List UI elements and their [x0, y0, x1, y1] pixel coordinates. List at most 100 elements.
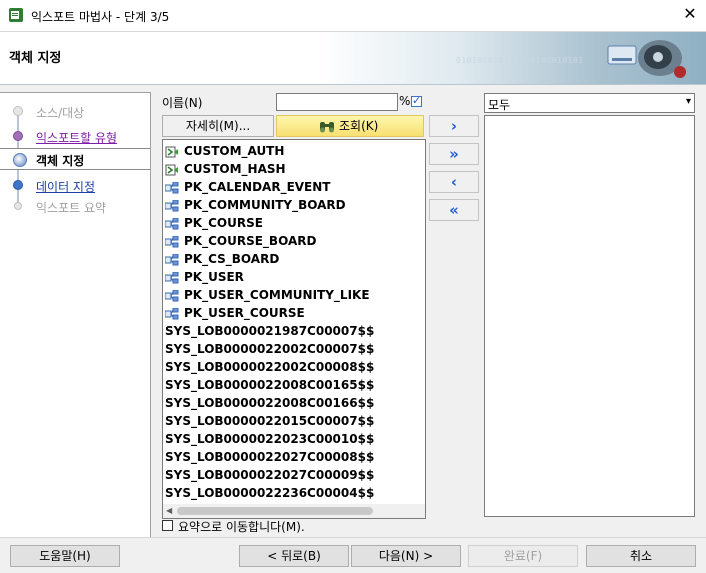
object-list-item[interactable]: PK_COURSE_BOARD — [163, 232, 411, 250]
nav-step-source-target: 소스/대상 — [10, 101, 150, 121]
index-icon — [164, 181, 179, 194]
object-list-item[interactable]: PK_CALENDAR_EVENT — [163, 178, 411, 196]
go-to-summary-label: 요약으로 이동합니다(M). — [178, 520, 305, 534]
object-name: SYS_LOB0000022015C00007$$ — [165, 414, 375, 428]
object-name: SYS_LOB0000022008C00165$$ — [165, 378, 375, 392]
object-name: PK_USER — [184, 270, 244, 284]
move-selected-left-button[interactable]: ‹ — [429, 171, 479, 193]
object-name: PK_COMMUNITY_BOARD — [184, 198, 346, 212]
double-chevron-right-icon: » — [449, 145, 459, 163]
back-button[interactable]: < 뒤로(B) — [239, 545, 349, 567]
name-filter-input[interactable] — [276, 93, 398, 111]
step-dot-icon — [13, 106, 23, 116]
procedure-icon — [165, 145, 179, 158]
close-icon[interactable]: ✕ — [680, 4, 700, 24]
object-name: CUSTOM_HASH — [184, 162, 286, 176]
available-objects-list[interactable]: CUSTOM_AUTH CUSTOM_HASH PK_CALENDAR_EVENT P… — [162, 139, 426, 519]
index-icon — [164, 199, 179, 212]
move-selected-right-button[interactable]: › — [429, 115, 479, 137]
object-list-item[interactable]: PK_USER_COURSE — [163, 304, 411, 322]
object-name: SYS_LOB0000021987C00007$$ — [165, 324, 375, 338]
object-name: PK_CS_BOARD — [184, 252, 280, 266]
wildcard-percent-label: % — [399, 94, 411, 108]
object-list-item[interactable]: CUSTOM_HASH — [163, 160, 411, 178]
procedure-icon — [165, 163, 179, 176]
chevron-down-icon: ▾ — [685, 96, 691, 107]
object-name: SYS_LOB0000022027C00008$$ — [165, 450, 375, 464]
horizontal-scroll-thumb[interactable] — [177, 507, 373, 515]
object-name: PK_COURSE_BOARD — [184, 234, 317, 248]
wildcard-checkbox[interactable] — [411, 94, 422, 107]
object-name: SYS_LOB0000022008C00166$$ — [165, 396, 375, 410]
banner-binary-decoration: 010101010101010101010101 — [456, 56, 584, 65]
object-list-item[interactable]: SYS_LOB0000022023C00010$$ — [163, 430, 411, 448]
footer-divider — [0, 537, 706, 538]
object-name: SYS_LOB0000022002C00007$$ — [165, 342, 375, 356]
object-list-item[interactable]: PK_USER — [163, 268, 411, 286]
scroll-left-arrow-icon[interactable]: ◀ — [166, 506, 172, 515]
nav-step-export-types[interactable]: 익스포트할 유형 — [10, 126, 150, 146]
object-name: PK_CALENDAR_EVENT — [184, 180, 331, 194]
object-name: SYS_LOB0000022027C00009$$ — [165, 468, 375, 482]
index-icon — [164, 289, 179, 302]
object-list-item[interactable]: PK_CS_BOARD — [163, 250, 411, 268]
index-icon — [164, 235, 179, 248]
chevron-right-icon: › — [450, 117, 458, 135]
more-details-button[interactable]: 자세히(M)... — [162, 115, 274, 137]
lookup-button-label: 조회(K) — [339, 119, 379, 133]
index-icon — [164, 253, 179, 266]
object-name: PK_COURSE — [184, 216, 263, 230]
step-dot-icon — [13, 131, 23, 141]
object-name: CUSTOM_AUTH — [184, 144, 285, 158]
name-label: 이름(N) — [162, 96, 203, 110]
help-button[interactable]: 도움말(H) — [10, 545, 120, 567]
app-icon — [9, 8, 23, 22]
object-list-item[interactable]: SYS_LOB0000022008C00165$$ — [163, 376, 411, 394]
object-list-item[interactable]: SYS_LOB0000022236C00004$$ — [163, 484, 411, 502]
object-list-item[interactable]: SYS_LOB0000022015C00007$$ — [163, 412, 411, 430]
nav-step-specify-objects: 객체 지정 — [0, 148, 150, 170]
object-name: SYS_LOB0000022023C00010$$ — [165, 432, 375, 446]
title-bar: 익스포트 마법사 - 단계 3/5 ✕ — [0, 0, 706, 32]
object-list-item[interactable]: SYS_LOB0000022002C00008$$ — [163, 358, 411, 376]
double-chevron-left-icon: « — [449, 201, 459, 219]
cancel-button[interactable]: 취소 — [586, 545, 696, 567]
window-title: 익스포트 마법사 - 단계 3/5 — [31, 10, 170, 24]
object-list-item[interactable]: CUSTOM_AUTH — [163, 142, 411, 160]
move-all-right-button[interactable]: » — [429, 143, 479, 165]
next-button[interactable]: 다음(N) > — [351, 545, 461, 567]
selected-type-dropdown[interactable]: 모두 ▾ — [484, 93, 695, 113]
lookup-button[interactable]: 조회(K) — [276, 115, 424, 137]
selected-objects-list[interactable] — [484, 115, 695, 517]
object-list-item[interactable]: SYS_LOB0000022027C00008$$ — [163, 448, 411, 466]
object-list-item[interactable]: SYS_LOB0000022027C00009$$ — [163, 466, 411, 484]
object-list-item[interactable]: PK_USER_COMMUNITY_LIKE — [163, 286, 411, 304]
wizard-step-nav: 소스/대상 익스포트할 유형 객체 지정 데이터 지정 익스포트 요약 — [0, 92, 151, 537]
chevron-left-icon: ‹ — [450, 173, 458, 191]
object-list-item[interactable]: PK_COURSE — [163, 214, 411, 232]
object-list-item[interactable]: SYS_LOB0000021987C00007$$ — [163, 322, 411, 340]
object-name: PK_USER_COURSE — [184, 306, 305, 320]
move-all-left-button[interactable]: « — [429, 199, 479, 221]
object-name: PK_USER_COMMUNITY_LIKE — [184, 288, 370, 302]
object-list-item[interactable]: SYS_LOB0000022008C00166$$ — [163, 394, 411, 412]
index-icon — [164, 271, 179, 284]
object-list-item[interactable]: PK_COMMUNITY_BOARD — [163, 196, 411, 214]
binoculars-icon — [320, 122, 334, 133]
nav-step-specify-data[interactable]: 데이터 지정 — [10, 175, 150, 195]
go-to-summary-checkbox[interactable] — [162, 520, 173, 531]
wizard-banner: 객체 지정 010101010101010101010101 — [0, 32, 706, 85]
dropdown-value: 모두 — [488, 98, 511, 112]
object-name: SYS_LOB0000022002C00008$$ — [165, 360, 375, 374]
object-name: SYS_LOB0000022236C00004$$ — [165, 486, 375, 500]
page-heading: 객체 지정 — [9, 51, 62, 66]
horizontal-scrollbar[interactable]: ◀ ▶ — [163, 504, 425, 518]
current-step-icon — [13, 153, 27, 167]
nav-step-export-summary: 익스포트 요약 — [10, 196, 150, 216]
finish-button: 완료(F) — [468, 545, 578, 567]
object-list-item[interactable]: SYS_LOB0000022002C00007$$ — [163, 340, 411, 358]
step-dot-icon — [14, 202, 22, 210]
index-icon — [164, 307, 179, 320]
index-icon — [164, 217, 179, 230]
sql-export-logo-icon — [607, 40, 686, 78]
